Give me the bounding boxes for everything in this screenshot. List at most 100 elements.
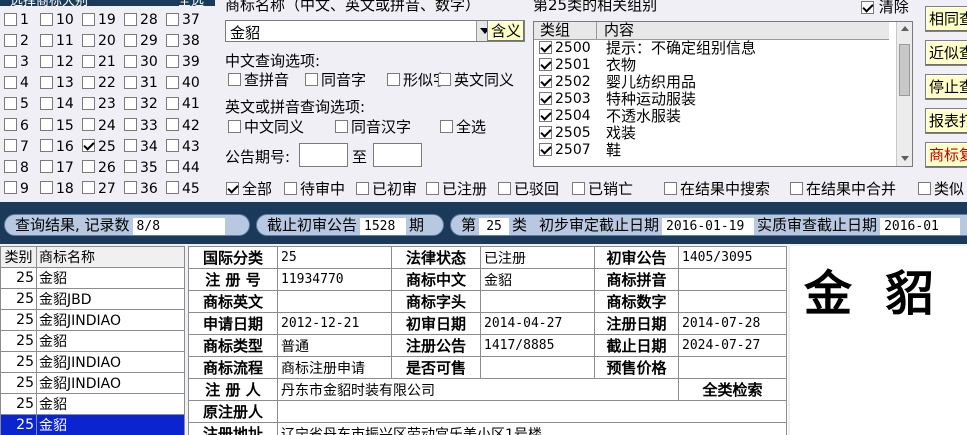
class-checkbox-13[interactable]: 13	[40, 73, 74, 93]
select-all-classes-button[interactable]: 全选	[178, 0, 204, 9]
class-checkbox-box[interactable]	[82, 139, 95, 153]
filter-checkbox[interactable]	[790, 182, 803, 195]
filter-checkbox[interactable]	[284, 182, 297, 195]
class-checkbox-12[interactable]: 12	[40, 52, 74, 72]
action-button-4[interactable]: 商标复	[925, 142, 967, 168]
class-checkbox-box[interactable]	[124, 54, 137, 68]
related-group-row[interactable]: 2501 衣物	[534, 57, 889, 74]
related-group-checkbox[interactable]	[539, 126, 552, 139]
class-checkbox-40[interactable]: 40	[166, 73, 200, 93]
class-checkbox-11[interactable]: 11	[40, 31, 74, 51]
class-checkbox-box[interactable]	[82, 96, 95, 110]
class-checkbox-box[interactable]	[82, 118, 95, 131]
class-checkbox-box[interactable]	[166, 54, 179, 68]
result-row[interactable]: 25 金貂	[0, 267, 185, 289]
related-group-checkbox[interactable]	[539, 41, 552, 54]
class-checkbox-box[interactable]	[166, 33, 179, 47]
class-checkbox-44[interactable]: 44	[166, 158, 200, 178]
filter-checkbox[interactable]	[426, 182, 439, 195]
class-checkbox-24[interactable]: 24	[82, 116, 116, 136]
class-checkbox-41[interactable]: 41	[166, 94, 200, 114]
en-option-1[interactable]: 同音汉字	[335, 117, 411, 137]
result-row[interactable]: 25 金貂JINDIAO	[0, 372, 185, 394]
class-checkbox-box[interactable]	[40, 54, 53, 68]
class-checkbox-box[interactable]	[124, 118, 137, 131]
filter-6[interactable]: 在结果中搜索	[664, 179, 770, 199]
related-group-checkbox[interactable]	[539, 75, 552, 88]
result-row[interactable]: 25 金貂JINDIAO	[0, 309, 185, 331]
class-checkbox-box[interactable]	[4, 181, 17, 195]
scroll-thumb[interactable]	[899, 44, 910, 96]
class-checkbox-2[interactable]: 2	[4, 31, 29, 51]
filter-checkbox[interactable]	[664, 182, 677, 195]
action-button-1[interactable]: 近似查	[925, 40, 967, 66]
filter-5[interactable]: 已销亡	[572, 179, 633, 199]
class-checkbox-box[interactable]	[124, 75, 137, 89]
class-checkbox-box[interactable]	[124, 96, 137, 110]
class-checkbox-box[interactable]	[166, 96, 179, 110]
class-checkbox-34[interactable]: 34	[124, 137, 158, 157]
filter-checkbox[interactable]	[356, 182, 369, 195]
cn-option-3[interactable]: 英文同义	[438, 70, 514, 90]
class-checkbox-box[interactable]	[40, 181, 53, 195]
class-checkbox-14[interactable]: 14	[40, 94, 74, 114]
class-checkbox-28[interactable]: 28	[124, 10, 158, 30]
class-checkbox-15[interactable]: 15	[40, 116, 74, 136]
en-option-box[interactable]	[228, 120, 241, 133]
class-checkbox-4[interactable]: 4	[4, 73, 29, 93]
class-checkbox-19[interactable]: 19	[82, 10, 116, 30]
related-group-row[interactable]: 2507 鞋	[534, 142, 889, 159]
clear-checkbox-box[interactable]	[861, 1, 874, 14]
cn-option-box[interactable]	[228, 73, 241, 86]
class-checkbox-box[interactable]	[4, 118, 17, 131]
class-checkbox-36[interactable]: 36	[124, 179, 158, 199]
filter-checkbox[interactable]	[226, 182, 239, 195]
class-checkbox-box[interactable]	[82, 181, 95, 195]
related-groups-scrollbar[interactable]	[896, 22, 912, 166]
class-checkbox-42[interactable]: 42	[166, 116, 200, 136]
related-group-row[interactable]: 2500 提示：不确定组别信息	[534, 40, 889, 57]
class-checkbox-45[interactable]: 45	[166, 179, 200, 199]
scroll-up-arrow[interactable]	[901, 26, 909, 31]
result-row[interactable]: 25 金貂	[0, 393, 185, 415]
class-checkbox-box[interactable]	[124, 181, 137, 195]
class-checkbox-16[interactable]: 16	[40, 137, 74, 157]
class-checkbox-37[interactable]: 37	[166, 10, 200, 30]
class-checkbox-39[interactable]: 39	[166, 52, 200, 72]
class-checkbox-22[interactable]: 22	[82, 73, 116, 93]
related-group-row[interactable]: 2503 特种运动服装	[534, 91, 889, 108]
class-checkbox-box[interactable]	[166, 75, 179, 89]
class-checkbox-43[interactable]: 43	[166, 137, 200, 157]
trademark-name-combo[interactable]: 金貂	[225, 20, 493, 42]
clear-checkbox[interactable]: 清除	[861, 0, 909, 17]
class-checkbox-3[interactable]: 3	[4, 52, 29, 72]
class-checkbox-box[interactable]	[4, 54, 17, 68]
class-checkbox-box[interactable]	[124, 33, 137, 47]
class-checkbox-box[interactable]	[4, 75, 17, 89]
class-checkbox-27[interactable]: 27	[82, 179, 116, 199]
filter-1[interactable]: 待审中	[284, 179, 345, 199]
class-checkbox-20[interactable]: 20	[82, 31, 116, 51]
filter-2[interactable]: 已初审	[356, 179, 417, 199]
class-checkbox-box[interactable]	[4, 12, 17, 26]
class-checkbox-17[interactable]: 17	[40, 158, 74, 178]
class-checkbox-box[interactable]	[124, 139, 137, 153]
class-checkbox-box[interactable]	[82, 33, 95, 47]
en-option-box[interactable]	[440, 120, 453, 133]
related-group-checkbox[interactable]	[539, 92, 552, 105]
class-checkbox-5[interactable]: 5	[4, 94, 29, 114]
result-list[interactable]: 类别 商标名称 25 金貂 25 金貂JBD 25 金貂JINDIAO 25 金貂 25 金貂JI…	[0, 246, 185, 435]
class-checkbox-box[interactable]	[82, 160, 95, 174]
cn-option-0[interactable]: 查拼音	[228, 70, 289, 90]
period-to-input[interactable]	[373, 143, 422, 167]
class-checkbox-box[interactable]	[40, 96, 53, 110]
result-row[interactable]: 25 金貂JBD	[0, 288, 185, 310]
filter-7[interactable]: 在结果中合并	[790, 179, 896, 199]
class-checkbox-box[interactable]	[40, 75, 53, 89]
filter-checkbox[interactable]	[918, 182, 931, 195]
class-checkbox-box[interactable]	[4, 33, 17, 47]
class-checkbox-box[interactable]	[4, 96, 17, 110]
filter-0[interactable]: 全部	[226, 179, 272, 199]
related-group-row[interactable]: 2505 戏装	[534, 125, 889, 142]
cn-option-box[interactable]	[438, 73, 451, 86]
